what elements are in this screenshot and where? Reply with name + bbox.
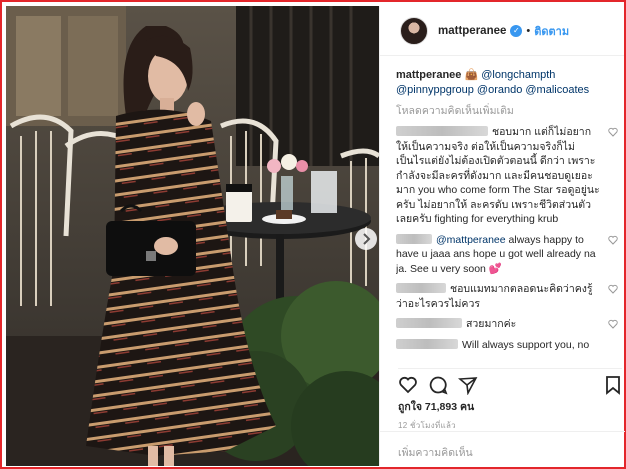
likes-prefix: ถูกใจ bbox=[398, 401, 422, 413]
add-comment-input[interactable]: เพิ่มความคิดเห็น bbox=[380, 431, 625, 466]
heart-icon[interactable] bbox=[608, 235, 618, 245]
next-photo-button[interactable] bbox=[355, 228, 377, 250]
comment-item: Will always support you, no bbox=[396, 338, 620, 353]
caption-username[interactable]: mattperanee bbox=[396, 69, 461, 81]
heart-icon[interactable] bbox=[608, 319, 618, 329]
blurred-username bbox=[396, 233, 432, 244]
comment-text: ชอบมาก แต่ก็ไม่อยากให้เป็นความจริง ต่อให… bbox=[396, 126, 600, 225]
heart-icon[interactable] bbox=[608, 127, 618, 137]
blurred-username bbox=[396, 318, 462, 328]
mention-link[interactable]: @malicoates bbox=[525, 84, 589, 96]
comment-mention[interactable]: @mattperanee bbox=[436, 234, 506, 246]
caption-emoji: 👜 bbox=[464, 69, 479, 81]
likes-count[interactable]: ถูกใจ 71,893 คน bbox=[398, 398, 474, 415]
mention-link[interactable]: @pinnyppgroup bbox=[396, 84, 474, 96]
comment-item: ชอบมาก แต่ก็ไม่อยากให้เป็นความจริง ต่อให… bbox=[396, 125, 620, 227]
mention-link[interactable]: @orando bbox=[477, 84, 522, 96]
likes-suffix: คน bbox=[459, 401, 475, 413]
action-bar bbox=[398, 368, 622, 395]
comment-item: @mattperanee always happy to have u jaaa… bbox=[396, 233, 620, 277]
heart-icon[interactable] bbox=[608, 284, 618, 294]
bookmark-icon[interactable] bbox=[604, 375, 622, 395]
likes-number: 71,893 bbox=[424, 401, 458, 413]
blurred-username bbox=[396, 338, 458, 349]
comment-item: สวยมากค่ะ bbox=[396, 317, 620, 332]
post-username[interactable]: mattperanee bbox=[438, 25, 506, 37]
verified-icon: ✓ bbox=[510, 24, 523, 37]
comment-text: สวยมากค่ะ bbox=[466, 318, 517, 330]
like-heart-icon[interactable] bbox=[398, 375, 418, 395]
avatar[interactable] bbox=[400, 16, 428, 45]
blurred-username bbox=[396, 126, 488, 136]
comment-text: Will always support you, no bbox=[462, 338, 590, 351]
mention-link[interactable]: @longchampth bbox=[481, 69, 555, 81]
post-photo[interactable] bbox=[6, 6, 379, 466]
screenshot-frame: mattperanee ✓ • ติดตาม mattperanee 👜 @lo… bbox=[0, 0, 626, 469]
post-panel: mattperanee ✓ • ติดตาม mattperanee 👜 @lo… bbox=[379, 6, 625, 466]
comment-icon[interactable] bbox=[428, 375, 448, 395]
comments-section[interactable]: mattperanee 👜 @longchampth @pinnyppgroup… bbox=[396, 68, 620, 366]
blurred-username bbox=[396, 283, 446, 293]
chevron-right-icon bbox=[363, 233, 371, 245]
photo-illustration bbox=[6, 6, 379, 466]
caption: mattperanee 👜 @longchampth @pinnyppgroup… bbox=[396, 68, 620, 98]
comment-item: ชอบแมทมากตลอดนะคิดว่าคงรู้ว่าอะไรควรไม่ค… bbox=[396, 282, 620, 311]
load-more-comments[interactable]: โหลดความคิดเห็นเพิ่มเติม bbox=[396, 102, 620, 119]
share-icon[interactable] bbox=[458, 375, 478, 395]
post-header: mattperanee ✓ • ติดตาม bbox=[380, 6, 624, 56]
separator-dot: • bbox=[526, 24, 531, 37]
follow-button[interactable]: ติดตาม bbox=[534, 22, 569, 40]
